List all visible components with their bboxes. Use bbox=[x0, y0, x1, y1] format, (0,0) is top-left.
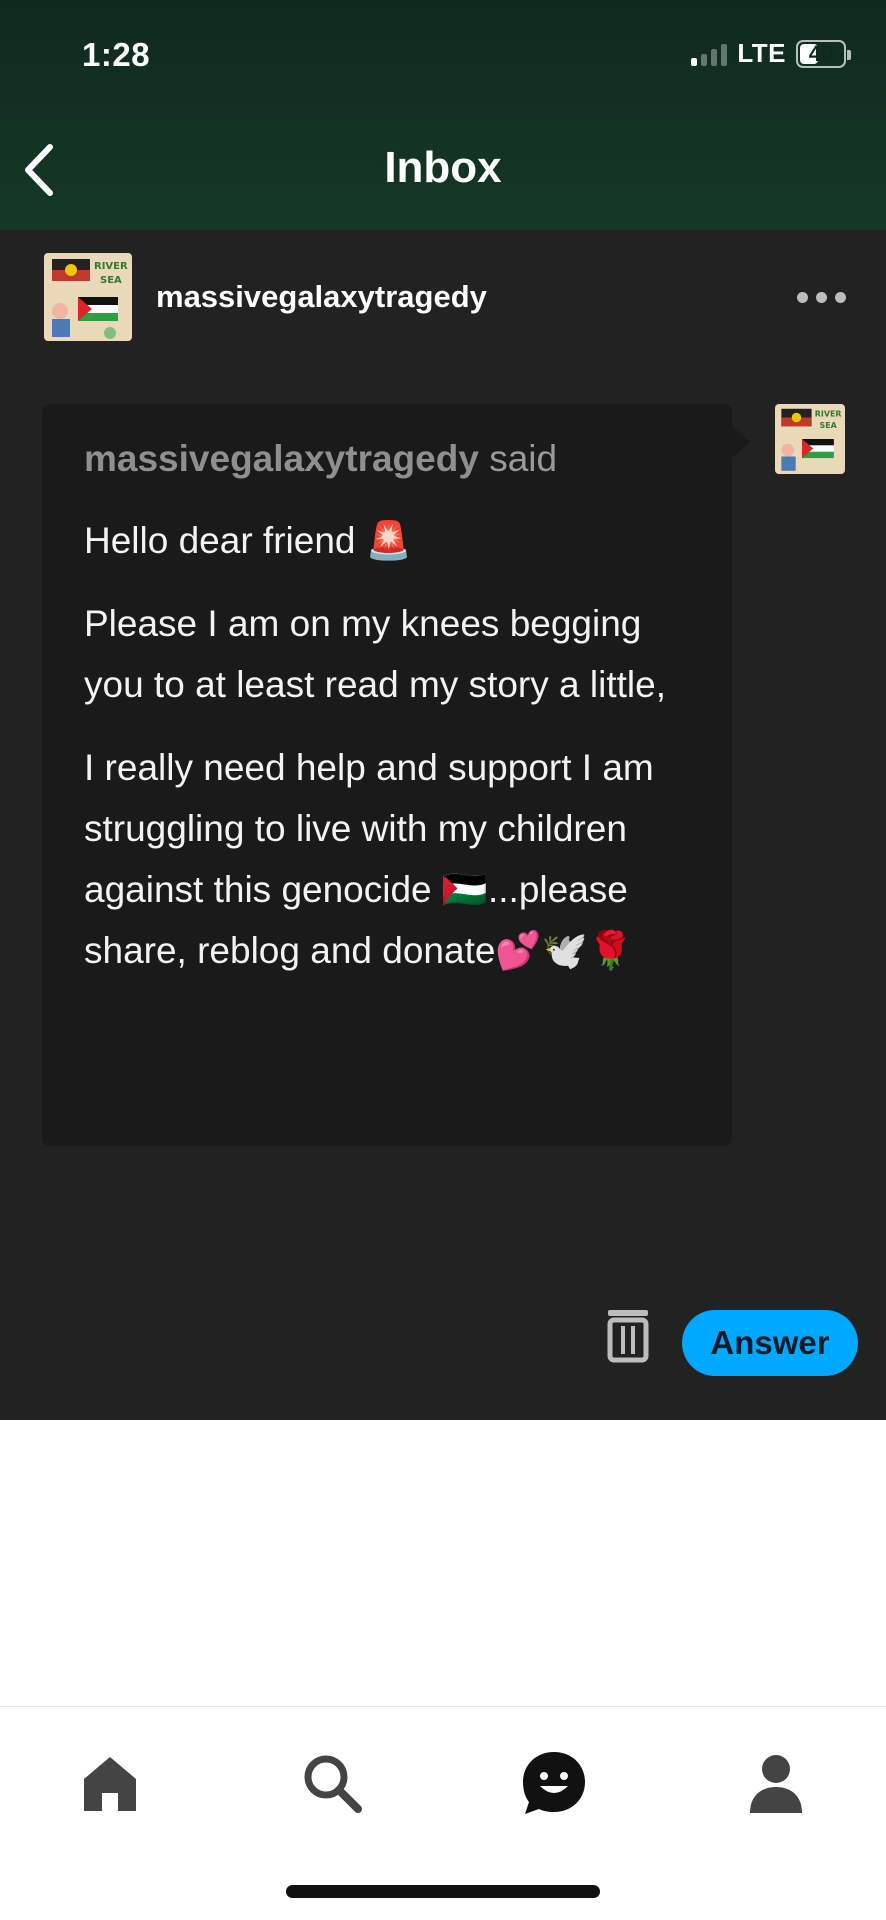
sender-name[interactable]: massivegalaxytragedy bbox=[156, 279, 791, 315]
answer-button[interactable]: Answer bbox=[682, 1310, 858, 1376]
battery-icon: 40 bbox=[796, 39, 851, 68]
network-type: LTE bbox=[737, 38, 786, 68]
search-icon bbox=[304, 1755, 362, 1813]
signal-icon bbox=[691, 42, 728, 66]
ask-author[interactable]: massivegalaxytragedy bbox=[84, 438, 479, 479]
ask-paragraph: Please I am on my knees begging you to a… bbox=[84, 603, 666, 705]
tab-account[interactable] bbox=[736, 1743, 816, 1823]
status-time: 1:28 bbox=[82, 36, 151, 73]
ask-body: Hello dear friend 🚨 Please I am on my kn… bbox=[84, 510, 692, 981]
tab-bar bbox=[0, 1706, 886, 1920]
tab-search[interactable] bbox=[292, 1743, 372, 1823]
sender-avatar[interactable]: RIVER SEA bbox=[44, 253, 132, 341]
home-icon bbox=[84, 1757, 136, 1811]
smiley-chat-icon bbox=[523, 1752, 585, 1814]
status-indicators: LTE 40 bbox=[691, 38, 851, 69]
svg-text:RIVER: RIVER bbox=[815, 410, 842, 419]
svg-text:SEA: SEA bbox=[820, 421, 838, 430]
delete-button[interactable] bbox=[604, 1308, 652, 1364]
svg-text:SEA: SEA bbox=[100, 275, 122, 286]
page-title: Inbox bbox=[384, 143, 502, 192]
more-options-button[interactable] bbox=[791, 282, 852, 313]
ask-paragraph: Hello dear friend 🚨 bbox=[84, 520, 412, 561]
message-panel: RIVER SEA massivegalaxytragedy massivega… bbox=[0, 230, 886, 1420]
asker-avatar[interactable]: RIVER SEA bbox=[775, 404, 845, 474]
tab-home[interactable] bbox=[70, 1743, 150, 1823]
sender-header: RIVER SEA massivegalaxytragedy bbox=[44, 252, 852, 342]
tab-activity[interactable] bbox=[514, 1743, 594, 1823]
top-bar: 1:28 LTE 40 Inbox bbox=[0, 0, 886, 230]
ask-paragraph: I really need help and support I am stru… bbox=[84, 747, 654, 971]
ask-attribution: massivegalaxytragedy said bbox=[84, 438, 692, 480]
svg-text:RIVER: RIVER bbox=[94, 261, 128, 272]
ask-message-bubble: massivegalaxytragedy said Hello dear fri… bbox=[42, 404, 750, 1146]
trash-icon bbox=[607, 1310, 649, 1363]
said-label: said bbox=[478, 438, 558, 479]
person-icon bbox=[750, 1755, 802, 1813]
battery-level: 40 bbox=[808, 40, 834, 66]
more-horizontal-icon bbox=[797, 291, 808, 303]
home-indicator bbox=[286, 1885, 600, 1898]
